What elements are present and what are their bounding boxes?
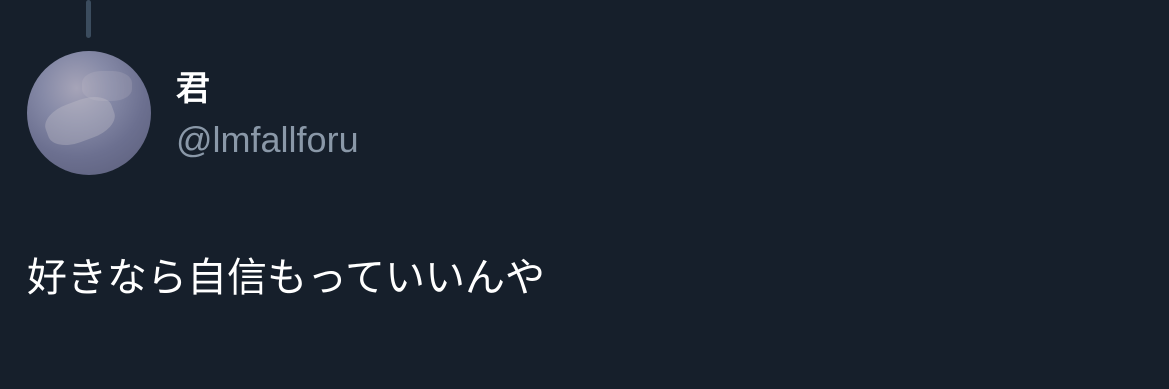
avatar-texture: [82, 71, 132, 101]
tweet-text: 好きなら自信もっていいんや: [27, 255, 545, 301]
avatar[interactable]: [27, 51, 151, 175]
author-handle[interactable]: @lmfallforu: [176, 115, 359, 165]
tweet-card[interactable]: 君 @lmfallforu 好きなら自信もっていいんや: [0, 0, 1169, 389]
thread-connector-line: [86, 0, 91, 38]
author-display-name[interactable]: 君: [176, 64, 210, 114]
